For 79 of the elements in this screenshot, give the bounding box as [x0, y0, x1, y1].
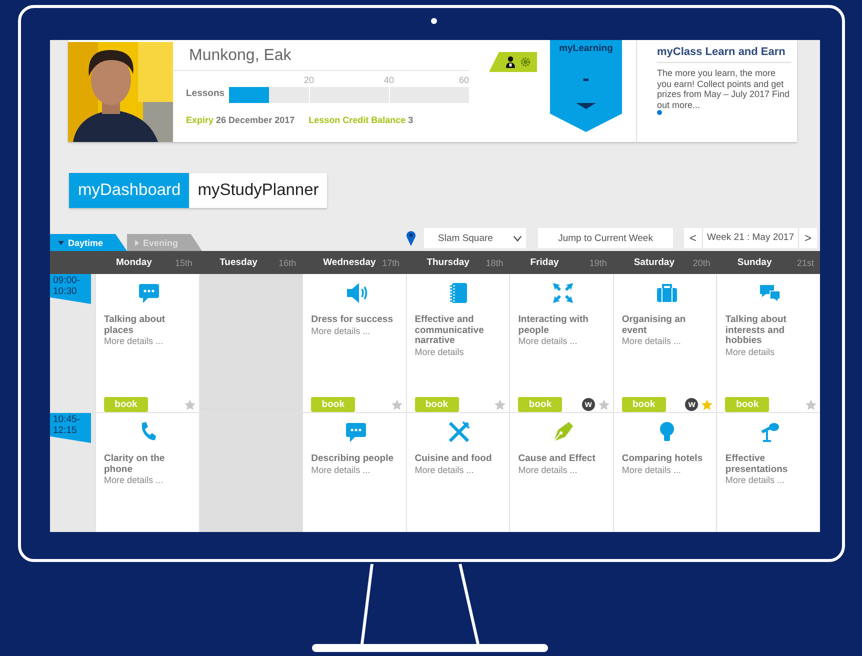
tick-label: 60 [458, 75, 469, 85]
jump-to-current-week-button[interactable]: Jump to Current Week [538, 228, 674, 248]
day-date: 17th [382, 258, 400, 268]
workshop-badge: w [685, 398, 698, 411]
map-pin-icon [406, 230, 416, 246]
day-date: 18th [486, 258, 504, 268]
day-name: Friday [530, 257, 559, 268]
day-date: 21st [796, 258, 814, 268]
star-icon[interactable] [701, 398, 714, 410]
more-details-link[interactable]: More details ... [414, 464, 504, 475]
day-date: 15th [175, 258, 193, 268]
tick-label: 20 [304, 75, 314, 85]
more-details-link[interactable]: More details [414, 346, 504, 357]
star-icon[interactable] [184, 398, 196, 410]
lesson-title: Talking about interests and hobbies [725, 315, 788, 346]
day-date: 16th [278, 258, 296, 268]
lesson-title: Talking about places [104, 315, 166, 336]
more-details-link[interactable]: More details ... [311, 464, 401, 475]
more-details-link[interactable]: More details ... [311, 326, 401, 336]
my-learning-ribbon[interactable]: myLearning - [550, 40, 622, 132]
lesson-title: Effective presentations [725, 454, 789, 475]
lessons-label: Lessons [186, 88, 226, 99]
person-icon [505, 56, 516, 68]
workshop-badge: w [582, 398, 595, 411]
more-details-link[interactable]: More details ... [622, 464, 712, 475]
pen-nib-icon [551, 420, 576, 444]
more-details-link[interactable]: More details [725, 346, 815, 357]
day-name: Monday [116, 257, 152, 268]
more-details-link[interactable]: More details ... [104, 475, 194, 486]
caret-icon [576, 103, 596, 109]
arrows-icon [551, 281, 576, 305]
more-details-link[interactable]: More details ... [518, 336, 608, 346]
caret-icon [58, 240, 64, 244]
time-slot-label: 09:00-10:30 [50, 274, 91, 304]
chat-bubble-icon [344, 420, 368, 444]
lesson-title: Cuisine and food [414, 454, 493, 464]
page-dot[interactable] [657, 110, 662, 115]
day-name: Saturday [634, 257, 674, 268]
promo-title: myClass Learn and Earn [657, 46, 791, 63]
time-slot-label: 10:45-12:15 [50, 413, 91, 443]
day-name: Wednesday [323, 257, 376, 268]
user-name: Munkong, Eak [189, 47, 292, 65]
briefcase-icon [654, 281, 679, 305]
more-details-link[interactable]: More details ... [725, 475, 815, 486]
star-icon[interactable] [390, 398, 403, 410]
lesson-title: Clarity on the phone [104, 454, 166, 475]
day-date: 19th [589, 258, 607, 268]
caret-icon [135, 240, 140, 246]
day-name: Sunday [737, 257, 772, 268]
chevron-down-icon [513, 234, 522, 242]
day-name: Thursday [426, 257, 470, 268]
cutlery-icon [447, 420, 472, 444]
lesson-title: Comparing hotels [622, 454, 704, 464]
more-details-link[interactable]: More details ... [622, 336, 712, 346]
profile-tag[interactable] [489, 52, 537, 72]
day-name: Tuesday [220, 257, 258, 268]
tab[interactable]: Daytime [50, 234, 128, 251]
camera-icon [431, 18, 437, 24]
more-details-link[interactable]: More details ... [518, 464, 608, 475]
star-icon[interactable] [598, 398, 610, 410]
promo-text: The more you learn, the more you earn! Collect points and get prizes from May – July 2017 Find out more... [657, 68, 791, 110]
tick-label: 40 [384, 75, 394, 85]
star-icon[interactable] [494, 398, 506, 410]
tab[interactable]: myStudyPlanner [188, 173, 327, 208]
lesson-title: Dress for success [311, 315, 394, 326]
credit-balance-text: Lesson Credit Balance 3 [308, 115, 414, 125]
lesson-title: Describing people [311, 454, 394, 464]
star-icon[interactable] [804, 398, 817, 410]
location-dropdown[interactable]: Slam Square [424, 228, 526, 248]
day-date: 20th [692, 258, 710, 268]
lesson-title: Cause and Effect [518, 454, 596, 464]
lesson-title: Effective and communicative narrative [414, 315, 485, 346]
chat-bubble-icon [136, 281, 161, 305]
gear-icon [520, 56, 531, 68]
lesson-title: Interacting with people [518, 315, 590, 336]
lesson-title: Organising an event [622, 315, 687, 336]
more-details-link[interactable]: More details ... [104, 336, 194, 346]
tab[interactable]: myDashboard [69, 173, 189, 208]
expiry-text: Expiry 26 December 2017 [186, 115, 295, 125]
